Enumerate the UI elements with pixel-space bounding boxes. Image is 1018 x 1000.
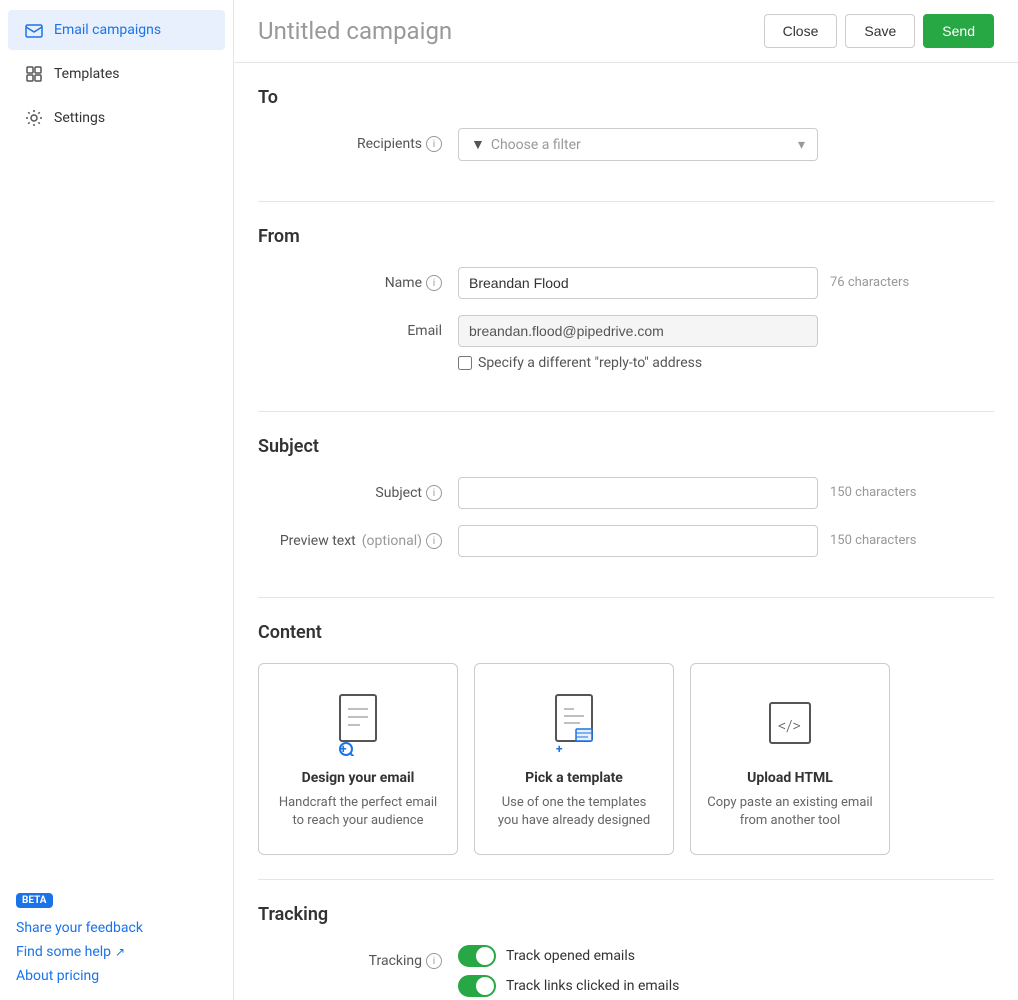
from-section: From Name i 76 characters Email	[258, 202, 994, 412]
page-title: Untitled campaign	[258, 17, 452, 45]
sidebar-item-email-campaigns[interactable]: Email campaigns	[8, 10, 225, 50]
track-links-row: Track links clicked in emails	[458, 975, 994, 997]
content-cards: + Design your email Handcraft the perfec…	[258, 663, 994, 855]
svg-text:+: +	[340, 742, 347, 756]
pick-template-desc: Use of one the templates you have alread…	[491, 794, 657, 830]
svg-text:</>: </>	[778, 716, 801, 735]
preview-info-icon: i	[426, 533, 442, 549]
reply-to-label: Specify a different "reply-to" address	[478, 355, 702, 371]
save-button[interactable]: Save	[845, 14, 915, 48]
external-link-icon: ↗	[115, 945, 125, 959]
sidebar: Email campaigns Templates Settings BETA …	[0, 0, 234, 1000]
chevron-down-icon: ▾	[798, 137, 805, 153]
filter-icon: ▼	[471, 136, 485, 153]
to-section: To Recipients i ▼ Choose a filter ▾	[258, 63, 994, 202]
subject-char-count: 150 characters	[830, 477, 916, 500]
sidebar-bottom: BETA Share your feedback Find some help …	[0, 875, 233, 1000]
reply-to-checkbox[interactable]	[458, 356, 472, 370]
track-opened-toggle[interactable]	[458, 945, 496, 967]
content-section: Content + Design your email Hand	[258, 598, 994, 880]
header-actions: Close Save Send	[764, 14, 994, 48]
name-row: Name i 76 characters	[258, 267, 994, 299]
name-char-count: 76 characters	[830, 267, 909, 290]
design-email-card[interactable]: + Design your email Handcraft the perfec…	[258, 663, 458, 855]
subject-row: Subject i 150 characters	[258, 477, 994, 509]
preview-text-row: Preview text (optional) i 150 characters	[258, 525, 994, 557]
filter-dropdown[interactable]: ▼ Choose a filter ▾	[458, 128, 818, 161]
pick-template-icon: +	[539, 688, 609, 758]
email-input[interactable]	[458, 315, 818, 347]
recipients-label: Recipients i	[258, 128, 458, 152]
track-links-toggle[interactable]	[458, 975, 496, 997]
tracking-info-icon: i	[426, 953, 442, 969]
email-row: Email Specify a different "reply-to" add…	[258, 315, 994, 371]
subject-section: Subject Subject i 150 characters Preview…	[258, 412, 994, 598]
filter-placeholder: Choose a filter	[491, 137, 581, 153]
track-opened-row: Track opened emails	[458, 945, 994, 967]
track-opened-label: Track opened emails	[506, 948, 635, 964]
email-control: Specify a different "reply-to" address	[458, 315, 994, 371]
sidebar-item-settings[interactable]: Settings	[8, 98, 225, 138]
name-info-icon: i	[426, 275, 442, 291]
about-pricing-link[interactable]: About pricing	[16, 968, 217, 984]
reply-to-checkbox-row: Specify a different "reply-to" address	[458, 355, 994, 371]
pick-template-title: Pick a template	[525, 770, 623, 786]
form-area: To Recipients i ▼ Choose a filter ▾	[234, 63, 1018, 1000]
tracking-section: Tracking Tracking i Track opened emails	[258, 880, 994, 1000]
upload-html-card[interactable]: </> Upload HTML Copy paste an existing e…	[690, 663, 890, 855]
toggle-group: Track opened emails Track links clicked …	[458, 945, 994, 997]
tracking-label: Tracking i	[258, 945, 458, 969]
name-label: Name i	[258, 267, 458, 291]
subject-input[interactable]	[458, 477, 818, 509]
tracking-control: Track opened emails Track links clicked …	[458, 945, 994, 997]
sidebar-item-settings-label: Settings	[54, 110, 105, 126]
recipients-control: ▼ Choose a filter ▾	[458, 128, 994, 161]
upload-html-desc: Copy paste an existing email from anothe…	[707, 794, 873, 830]
send-button[interactable]: Send	[923, 14, 994, 48]
preview-text-label: Preview text (optional) i	[258, 525, 458, 549]
design-email-desc: Handcraft the perfect email to reach you…	[275, 794, 441, 830]
design-email-icon: +	[323, 688, 393, 758]
find-help-label: Find some help	[16, 944, 111, 960]
preview-char-count: 150 characters	[830, 525, 916, 548]
settings-icon	[24, 108, 44, 128]
tracking-row: Tracking i Track opened emails Track lin…	[258, 945, 994, 997]
close-button[interactable]: Close	[764, 14, 838, 48]
share-feedback-link[interactable]: Share your feedback	[16, 920, 217, 936]
subject-info-icon: i	[426, 485, 442, 501]
share-feedback-label: Share your feedback	[16, 920, 143, 936]
subject-label: Subject i	[258, 477, 458, 501]
name-input[interactable]	[458, 267, 818, 299]
preview-text-control: 150 characters	[458, 525, 994, 557]
preview-optional-label: (optional)	[362, 533, 422, 549]
upload-html-icon: </>	[755, 688, 825, 758]
recipients-row: Recipients i ▼ Choose a filter ▾	[258, 128, 994, 161]
beta-badge: BETA	[16, 893, 53, 908]
svg-text:+: +	[556, 742, 563, 756]
pick-template-card[interactable]: + Pick a template Use of one the templat…	[474, 663, 674, 855]
preview-text-input[interactable]	[458, 525, 818, 557]
sidebar-item-templates-label: Templates	[54, 66, 120, 82]
subject-section-title: Subject	[258, 436, 994, 457]
sidebar-item-email-campaigns-label: Email campaigns	[54, 22, 161, 38]
track-links-label: Track links clicked in emails	[506, 978, 679, 994]
tracking-section-title: Tracking	[258, 904, 994, 925]
recipients-info-icon: i	[426, 136, 442, 152]
email-campaigns-icon	[24, 20, 44, 40]
design-email-title: Design your email	[302, 770, 415, 786]
main-content: Untitled campaign Close Save Send To Rec…	[234, 0, 1018, 1000]
sidebar-item-templates[interactable]: Templates	[8, 54, 225, 94]
templates-icon	[24, 64, 44, 84]
find-help-link[interactable]: Find some help ↗	[16, 944, 217, 960]
email-label: Email	[258, 315, 458, 339]
upload-html-title: Upload HTML	[747, 770, 833, 786]
from-section-title: From	[258, 226, 994, 247]
subject-control: 150 characters	[458, 477, 994, 509]
content-section-title: Content	[258, 622, 994, 643]
page-header: Untitled campaign Close Save Send	[234, 0, 1018, 63]
to-section-title: To	[258, 87, 994, 108]
name-control: 76 characters	[458, 267, 994, 299]
